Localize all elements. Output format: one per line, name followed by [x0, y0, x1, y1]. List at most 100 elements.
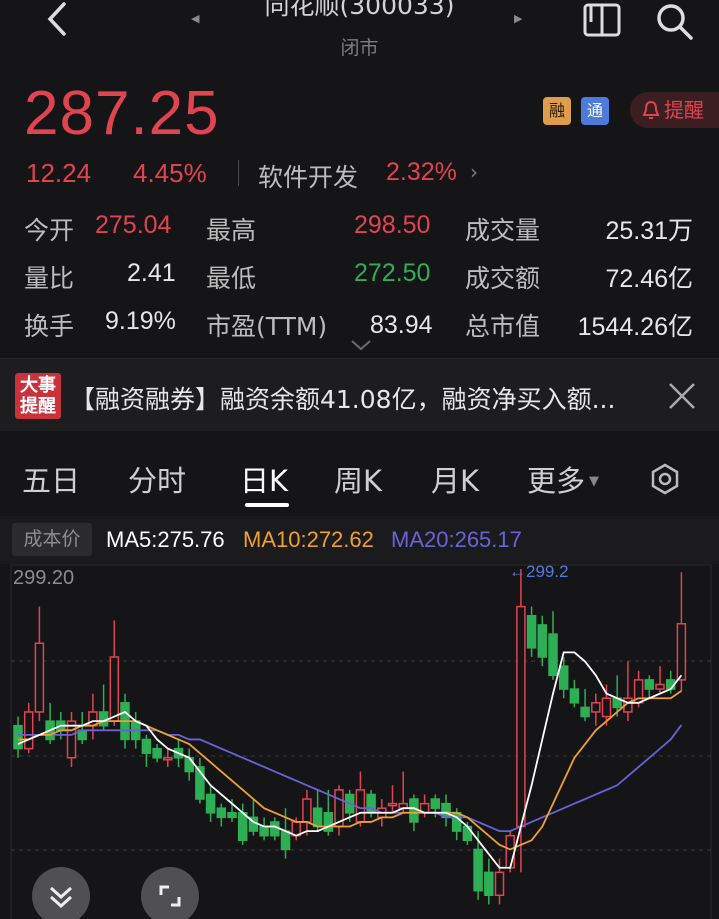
chevron-right-icon[interactable]: ›: [470, 160, 478, 184]
tab-more[interactable]: 更多 ▼: [527, 458, 599, 500]
high-value: 298.50: [354, 211, 431, 239]
candle-body: [141, 738, 152, 754]
candle-body: [34, 642, 45, 713]
candle-body: [676, 623, 687, 681]
candle-body: [237, 812, 248, 842]
ma5-legend: MA5:275.76: [106, 527, 225, 552]
tab-daily-k[interactable]: 日K: [240, 458, 288, 500]
volume-label: 成交量: [465, 216, 541, 245]
vol-ratio-label: 量比: [24, 264, 75, 293]
event-badge-line1: 大事: [20, 375, 56, 396]
candle-body: [109, 656, 120, 722]
remind-label: 提醒: [664, 98, 704, 122]
candle-body: [98, 711, 109, 727]
high-marker-value: 299.2: [526, 562, 569, 581]
mcap-value: 1544.26亿: [577, 313, 693, 341]
high-marker-label: ←299.2: [509, 562, 569, 581]
candle-body: [355, 789, 366, 823]
dropdown-icon: ▼: [589, 474, 600, 489]
y-axis-top-label: 299.20: [13, 567, 75, 589]
candle-body: [569, 688, 580, 704]
volume-value: 25.31万: [605, 217, 693, 245]
kline-chart[interactable]: [0, 564, 719, 919]
active-tab-indicator: [245, 503, 289, 507]
price-change-pct: 4.45%: [133, 158, 207, 188]
pe-value: 83.94: [370, 311, 433, 339]
candle-body: [280, 830, 291, 851]
candle-body: [473, 848, 483, 892]
candle-body: [505, 834, 515, 869]
candle-body: [152, 747, 162, 759]
close-icon[interactable]: [666, 380, 698, 412]
candle-body: [270, 821, 280, 837]
candle-body: [312, 807, 323, 828]
remind-button[interactable]: 提醒: [630, 92, 719, 128]
open-label: 今开: [24, 216, 75, 245]
candle-body: [184, 757, 194, 773]
amount-label: 成交额: [465, 264, 541, 293]
connect-tag[interactable]: 通: [581, 97, 609, 125]
industry-link[interactable]: 软件开发: [258, 158, 358, 194]
candle-body: [655, 683, 665, 690]
candle-body: [163, 757, 173, 761]
fullscreen-button[interactable]: [141, 867, 199, 919]
ma10-legend: MA10:272.62: [243, 527, 374, 552]
low-label: 最低: [206, 264, 257, 293]
candle-body: [302, 798, 312, 823]
candle-body: [537, 624, 548, 658]
candle-body: [601, 697, 612, 718]
chart-frame: [10, 564, 712, 919]
expand-chevron-icon[interactable]: [350, 335, 372, 356]
event-badge: 大事 提醒: [15, 373, 61, 419]
candle-body: [66, 720, 77, 759]
pe-label: 市盈(TTM): [206, 312, 328, 341]
candle-body: [462, 825, 473, 842]
candle-body: [526, 614, 537, 649]
candle-body: [548, 633, 558, 677]
candle-body: [580, 706, 590, 718]
candle-body: [644, 679, 655, 690]
candle-body: [484, 871, 494, 897]
candle-body: [558, 665, 569, 690]
settings-icon[interactable]: [648, 462, 682, 500]
candle-body: [409, 798, 419, 823]
vol-ratio-value: 2.41: [127, 259, 176, 287]
tab-more-label: 更多: [527, 464, 586, 498]
candle-body: [494, 871, 505, 897]
turnover-label: 换手: [24, 312, 75, 341]
candle-body: [259, 825, 269, 837]
tab-five-day[interactable]: 五日: [22, 458, 80, 500]
event-badge-line2: 提醒: [20, 396, 56, 417]
last-price: 287.25: [24, 79, 220, 148]
ma20-legend: MA20:265.17: [391, 527, 522, 552]
candle-body: [227, 812, 237, 819]
margin-tag[interactable]: 融: [543, 97, 571, 125]
search-icon[interactable]: [654, 2, 694, 44]
book-icon[interactable]: [582, 2, 622, 42]
bell-icon: [642, 100, 660, 119]
divider: [238, 160, 239, 186]
turnover-value: 9.19%: [105, 307, 176, 335]
industry-change-pct: 2.32%: [386, 158, 457, 186]
tab-monthly-k[interactable]: 月K: [431, 458, 479, 500]
price-change: 12.24: [26, 158, 92, 188]
high-label: 最高: [206, 216, 257, 245]
cost-price-button[interactable]: 成本价: [12, 523, 92, 556]
open-value: 275.04: [95, 211, 172, 239]
candle-body: [387, 802, 398, 807]
candle-body: [205, 793, 216, 814]
collapse-button[interactable]: [32, 867, 90, 919]
mcap-label: 总市值: [465, 312, 541, 341]
low-value: 272.50: [354, 259, 431, 287]
tab-intraday[interactable]: 分时: [128, 458, 186, 500]
candle-body: [23, 711, 34, 750]
candle-body: [430, 798, 441, 809]
tab-weekly-k[interactable]: 周K: [334, 458, 382, 500]
notice-text[interactable]: 【融资融券】融资余额41.08亿，融资净买入额...: [70, 380, 660, 416]
next-stock-icon[interactable]: ▶: [514, 12, 522, 25]
candle-body: [13, 724, 23, 750]
amount-value: 72.46亿: [605, 265, 693, 293]
candle-body: [591, 702, 601, 713]
candle-body: [516, 605, 526, 828]
candle-body: [216, 807, 227, 819]
